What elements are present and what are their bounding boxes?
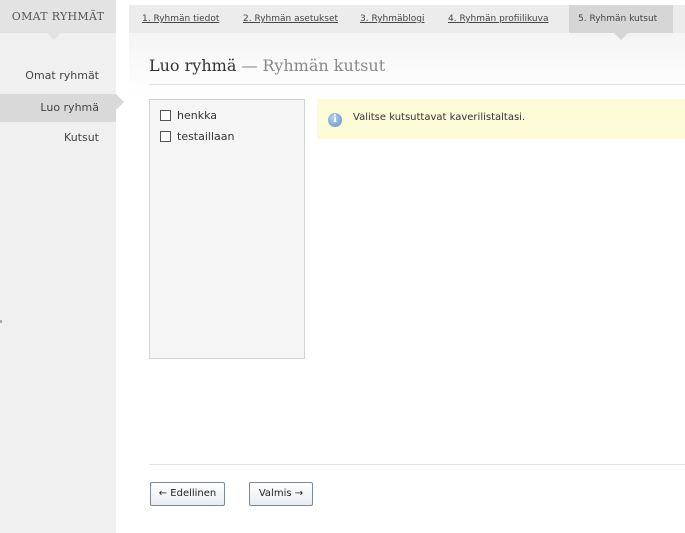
edge-mark — [0, 320, 2, 323]
sidebar-item-kutsut[interactable]: Kutsut — [0, 124, 116, 152]
page-title: Luo ryhmä — Ryhmän kutsut — [149, 56, 385, 75]
friend-checkbox[interactable] — [160, 131, 171, 142]
friend-item-henkka[interactable]: henkka — [160, 108, 217, 124]
friend-item-testaillaan[interactable]: testaillaan — [160, 129, 235, 145]
tab-ryhman-kutsut[interactable]: 5. Ryhmän kutsut — [569, 5, 673, 33]
page-title-separator: — — [236, 56, 263, 75]
wizard-tab-bar: 1. Ryhmän tiedot 2. Ryhmän asetukset 3. … — [129, 5, 685, 33]
info-icon: i — [328, 113, 342, 127]
page-title-main: Luo ryhmä — [149, 56, 237, 75]
tab-ryhman-profiilikuva[interactable]: 4. Ryhmän profiilikuva — [448, 5, 548, 33]
footer-divider — [149, 464, 685, 465]
sidebar: OMAT RYHMÄT Omat ryhmät Luo ryhmä Kutsut — [0, 0, 116, 533]
sidebar-header-pointer — [47, 33, 61, 40]
done-button[interactable]: Valmis → — [249, 482, 313, 506]
sidebar-header: OMAT RYHMÄT — [0, 0, 116, 33]
tab-ryhman-tiedot[interactable]: 1. Ryhmän tiedot — [142, 5, 219, 33]
friend-checkbox[interactable] — [160, 110, 171, 121]
friend-name: testaillaan — [177, 130, 235, 143]
sidebar-active-pointer — [116, 94, 124, 110]
sidebar-item-omat-ryhmat[interactable]: Omat ryhmät — [0, 62, 116, 90]
tab-ryhman-asetukset[interactable]: 2. Ryhmän asetukset — [243, 5, 338, 33]
info-text: Valitse kutsuttavat kaverilistaltasi. — [353, 112, 526, 123]
page-subtitle: Ryhmän kutsut — [262, 56, 386, 75]
previous-button[interactable]: ← Edellinen — [150, 482, 225, 506]
info-message: i Valitse kutsuttavat kaverilistaltasi. — [317, 99, 685, 139]
tab-ryhmablogi[interactable]: 3. Ryhmäblogi — [360, 5, 424, 33]
friend-name: henkka — [177, 109, 217, 122]
title-divider — [149, 84, 685, 85]
friend-list: henkka testaillaan — [149, 99, 305, 359]
active-tab-pointer — [614, 33, 628, 40]
sidebar-item-luo-ryhma[interactable]: Luo ryhmä — [0, 94, 116, 122]
